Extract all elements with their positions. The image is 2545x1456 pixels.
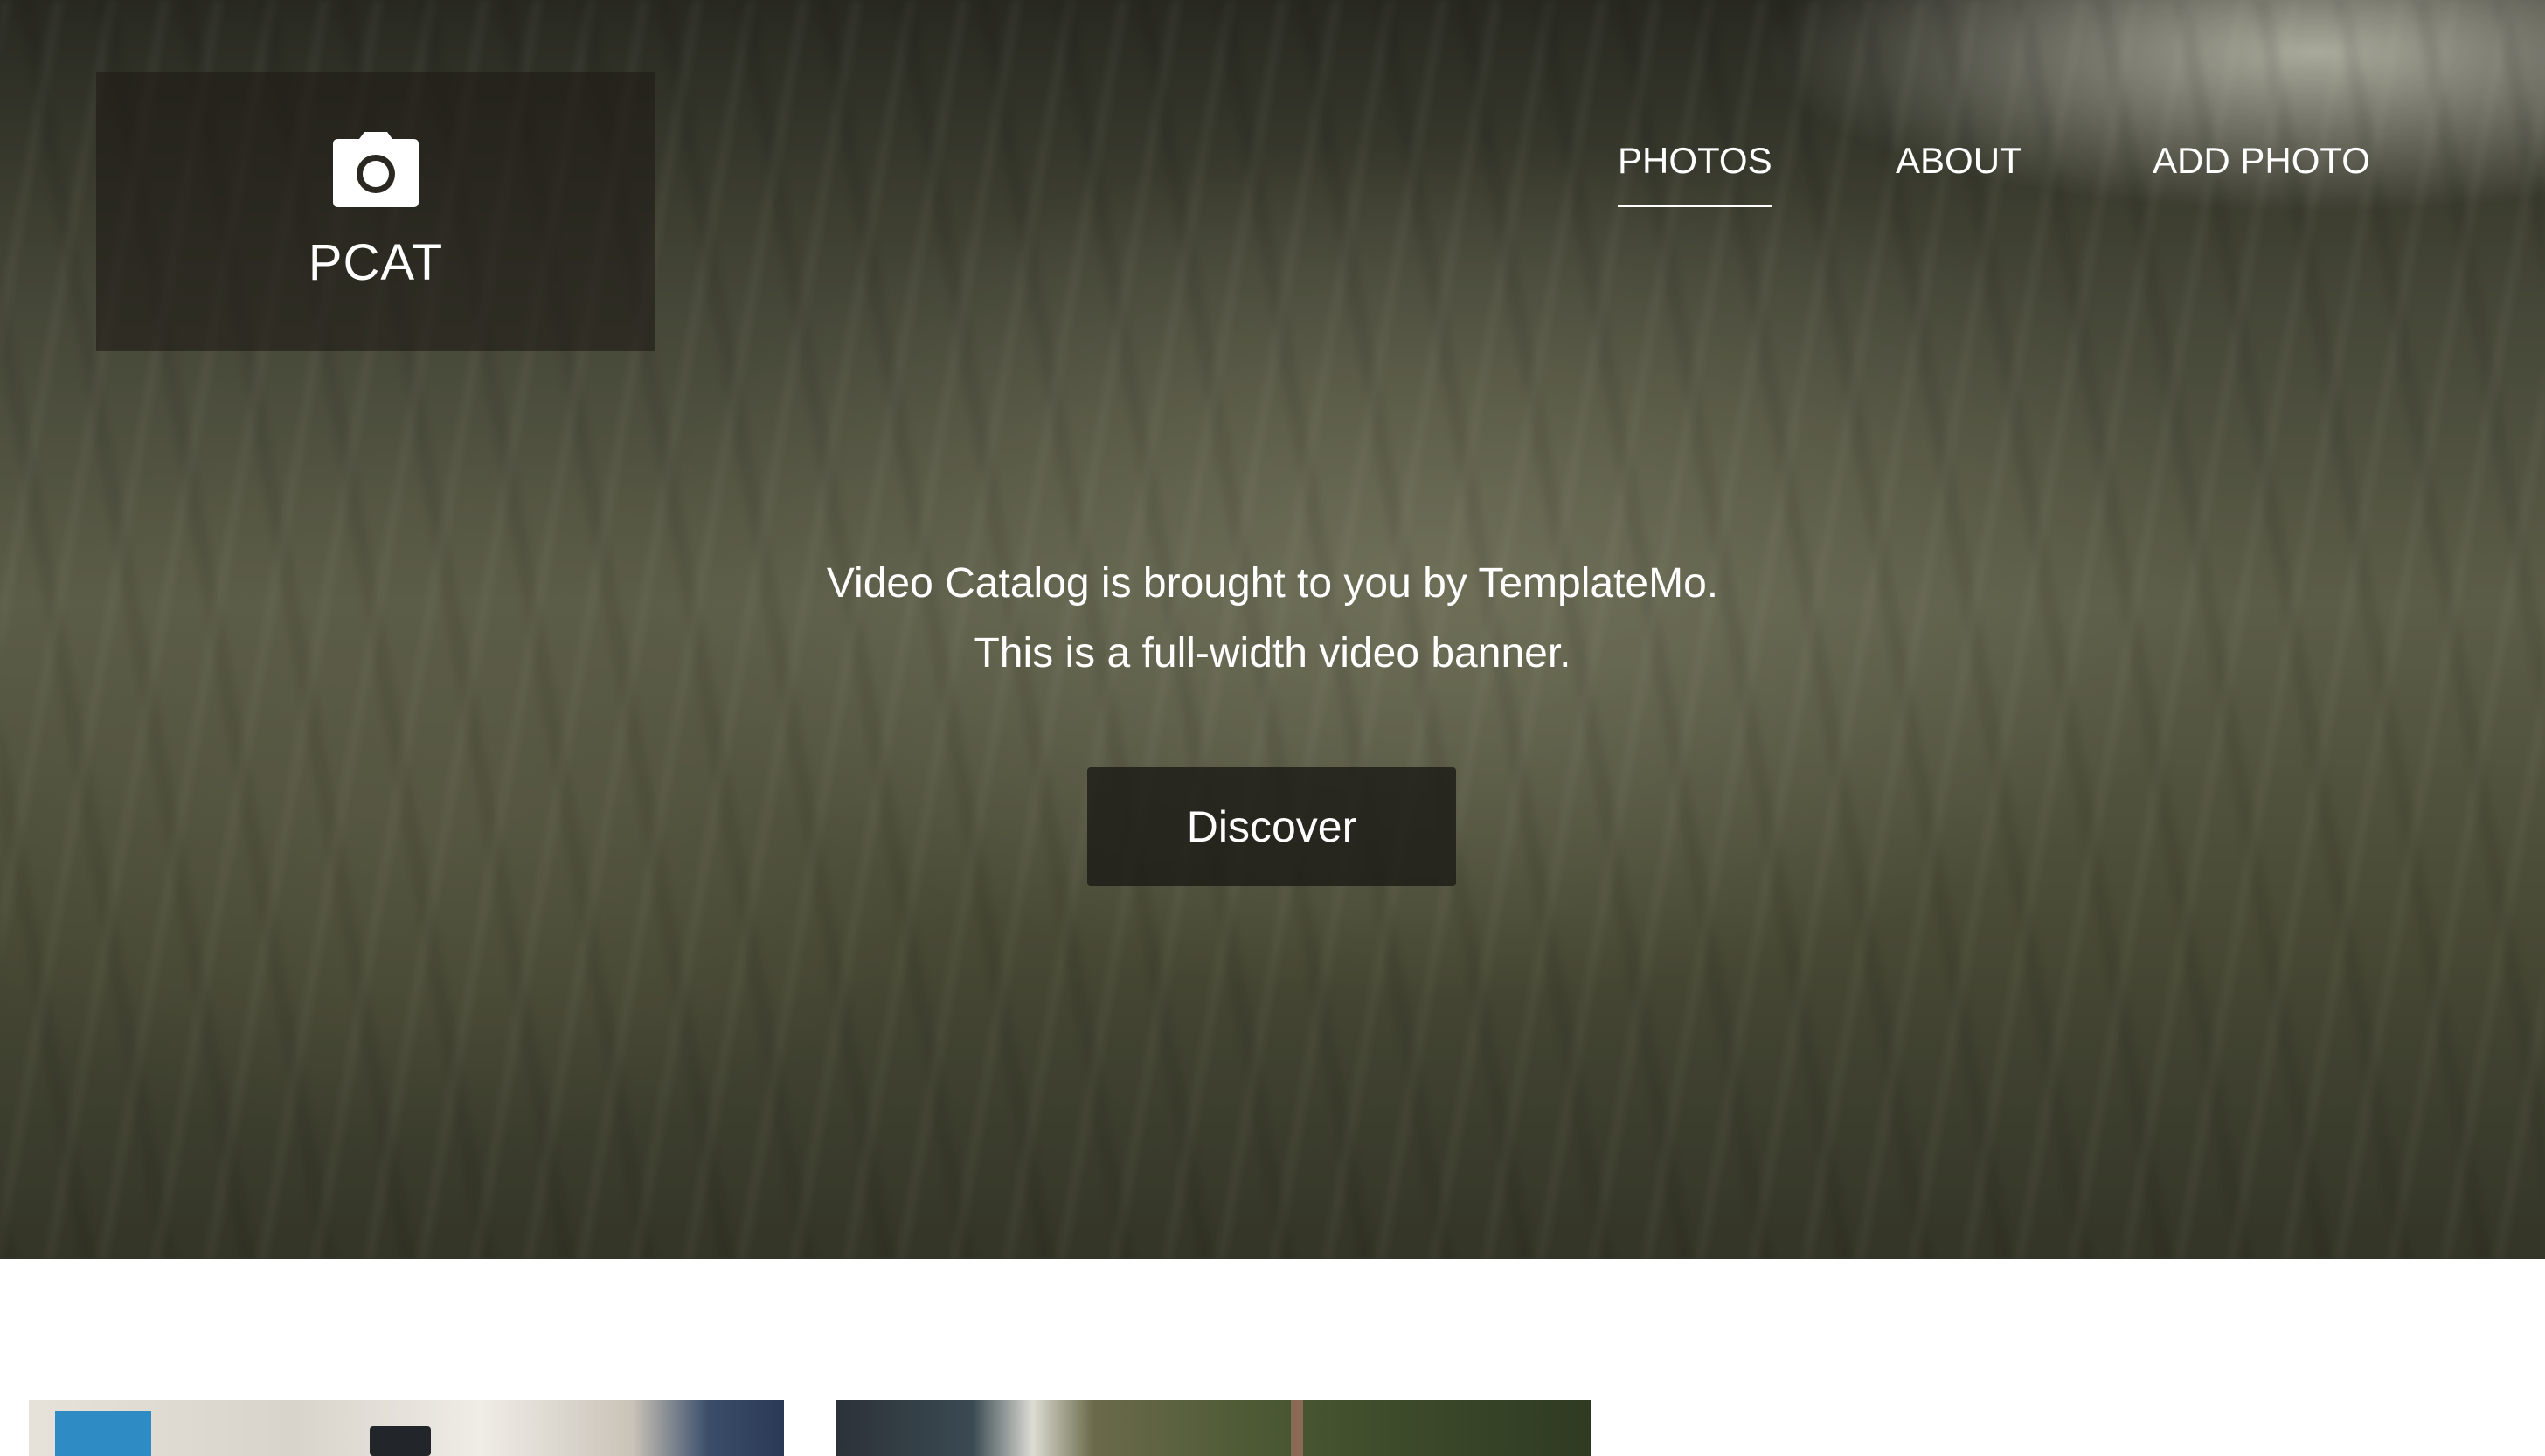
hero-tagline-line-1: Video Catalog is brought to you by Templ…	[826, 560, 1719, 607]
hero-banner: PCAT PHOTOS ABOUT ADD PHOTO Video Catalo…	[0, 0, 2545, 1259]
photo-detail	[370, 1426, 431, 1456]
brand-name: PCAT	[308, 233, 444, 291]
photo-detail	[55, 1411, 151, 1456]
hero-tagline-line-2: This is a full-width video banner.	[974, 630, 1571, 676]
discover-button[interactable]: Discover	[1087, 767, 1456, 886]
nav-item-about[interactable]: ABOUT	[1896, 140, 2022, 205]
photo-detail	[1291, 1400, 1303, 1456]
photo-card-aerial[interactable]	[836, 1400, 1591, 1456]
nav-item-add-photo[interactable]: ADD PHOTO	[2153, 140, 2370, 205]
nav-item-photos[interactable]: PHOTOS	[1618, 140, 1772, 207]
hero-tagline: Video Catalog is brought to you by Templ…	[0, 549, 2545, 689]
main-nav: PHOTOS ABOUT ADD PHOTO	[0, 140, 2545, 218]
photo-grid	[0, 1259, 2545, 1456]
photo-card-workspace[interactable]	[29, 1400, 784, 1456]
